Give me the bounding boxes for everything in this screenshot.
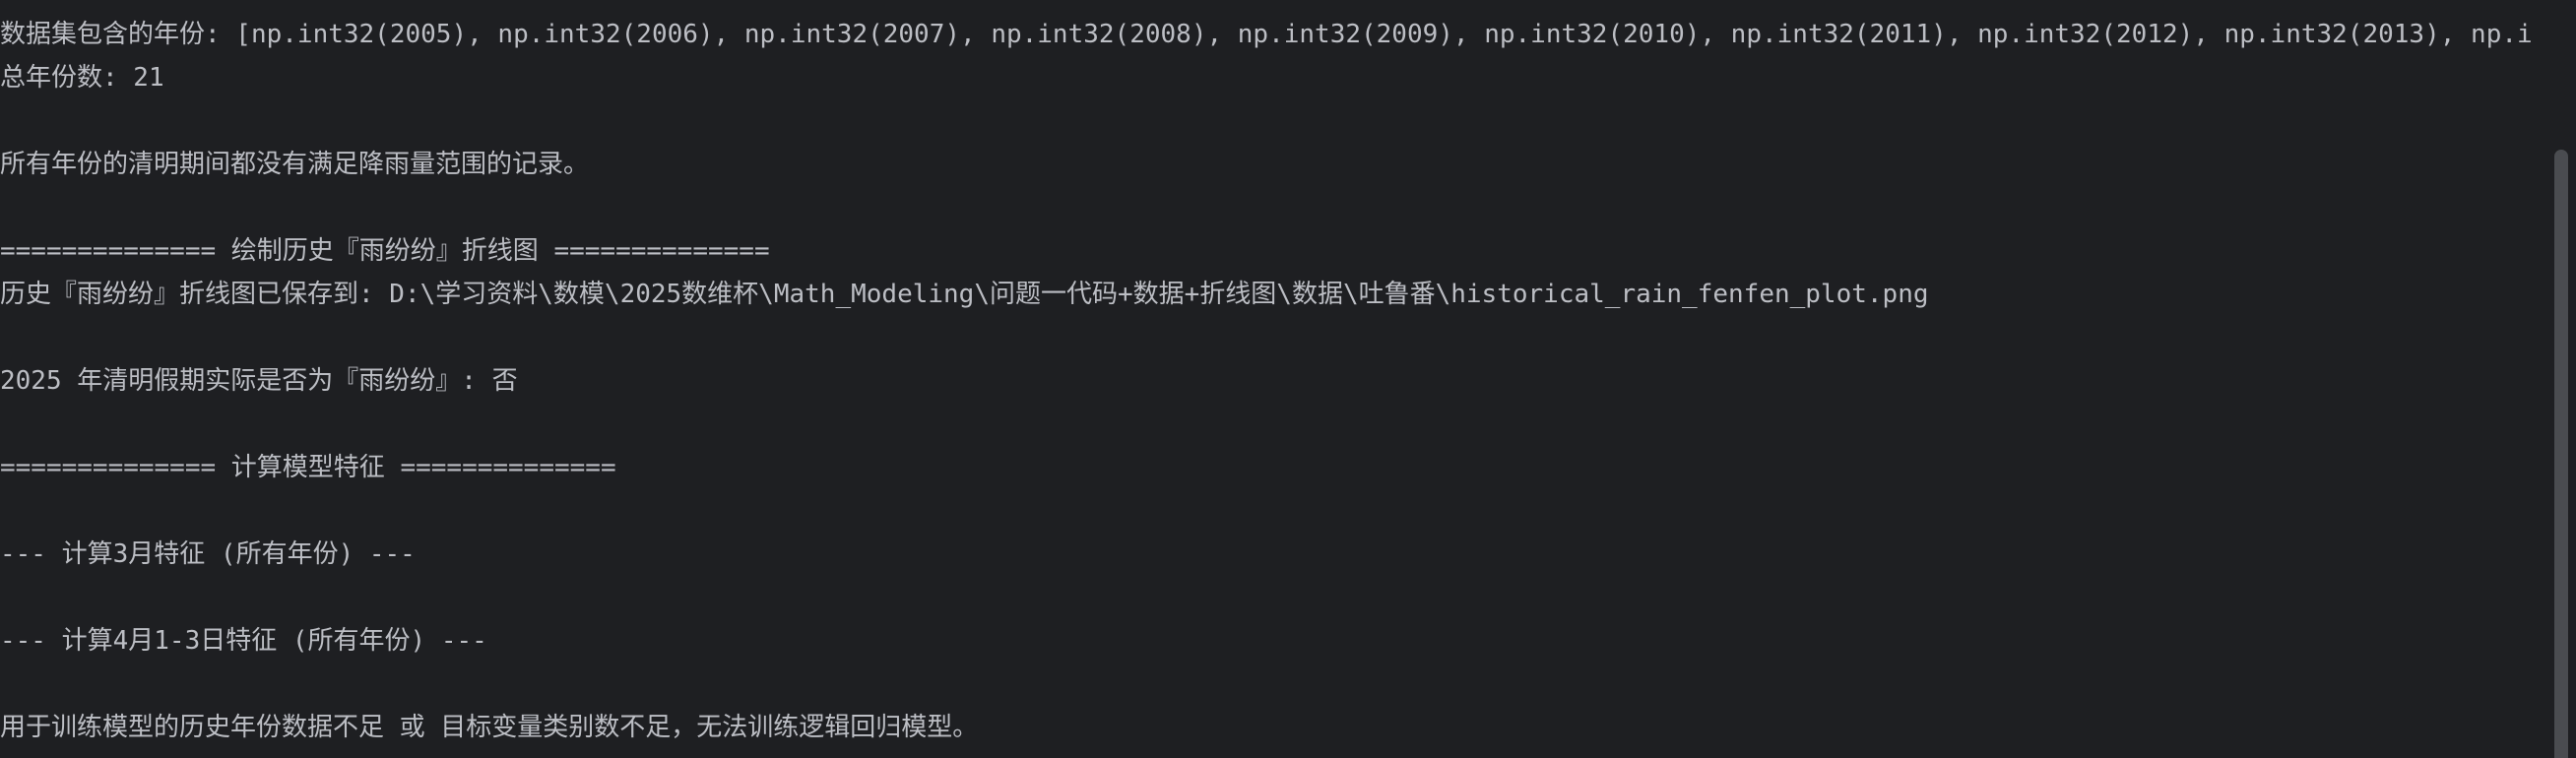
console-line: ============== 绘制历史『雨纷纷』折线图 ============…: [0, 236, 770, 266]
console-line: 总年份数: 21: [0, 63, 164, 93]
console-line: --- 计算4月1-3日特征 (所有年份) ---: [0, 626, 487, 656]
console-line: 数据集包含的年份: [np.int32(2005), np.int32(2006…: [0, 20, 2533, 49]
vertical-scrollbar[interactable]: [2550, 0, 2576, 758]
console-line: 历史『雨纷纷』折线图已保存到: D:\学习资料\数模\2025数维杯\Math_…: [0, 280, 1929, 309]
console-line: ============== 计算模型特征 ==============: [0, 453, 616, 482]
console-output[interactable]: 数据集包含的年份: [np.int32(2005), np.int32(2006…: [0, 0, 2550, 758]
console-line: 2025 年清明假期实际是否为『雨纷纷』: 否: [0, 366, 518, 396]
scrollbar-thumb[interactable]: [2554, 150, 2568, 758]
console-line: 所有年份的清明期间都没有满足降雨量范围的记录。: [0, 150, 590, 179]
console-line: --- 计算3月特征 (所有年份) ---: [0, 539, 416, 569]
console-line: 用于训练模型的历史年份数据不足 或 目标变量类别数不足，无法训练逻辑回归模型。: [0, 713, 979, 742]
